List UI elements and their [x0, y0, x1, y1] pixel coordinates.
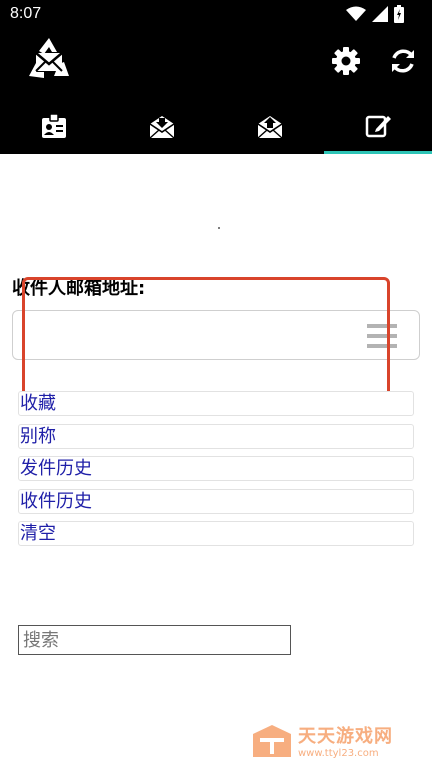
- option-favorites[interactable]: 收藏: [18, 391, 414, 416]
- option-clear[interactable]: 清空: [18, 521, 414, 546]
- contact-card-icon: [42, 113, 66, 138]
- battery-icon: [394, 5, 404, 23]
- search-input[interactable]: [18, 625, 291, 655]
- status-time: 8:07: [10, 5, 42, 22]
- compose-edit-icon: [365, 115, 391, 138]
- option-received-history[interactable]: 收件历史: [18, 488, 414, 514]
- watermark-title: 天天游戏网: [298, 726, 393, 747]
- tab-bar: [0, 98, 432, 154]
- watermark: 天天游戏网 www.ttyl23.com: [252, 722, 393, 759]
- recipient-input[interactable]: [21, 319, 361, 353]
- wifi-icon: [346, 6, 366, 21]
- tab-compose[interactable]: [324, 98, 432, 154]
- tab-inbox[interactable]: [108, 98, 216, 154]
- recycle-mail-logo: [29, 38, 69, 78]
- option-alias[interactable]: 别称: [18, 423, 414, 449]
- inbox-receive-icon: [149, 116, 175, 139]
- recipient-field: [12, 310, 420, 360]
- tab-outbox[interactable]: [216, 98, 324, 154]
- cell-signal-icon: [372, 6, 388, 22]
- option-list: 收藏 别称 发件历史 收件历史 清空: [18, 391, 414, 554]
- recipient-label: 收件人邮箱地址:: [12, 278, 146, 299]
- status-icons: [346, 5, 404, 23]
- watermark-logo-icon: [253, 724, 291, 757]
- outbox-send-icon: [257, 116, 283, 139]
- watermark-url: www.ttyl23.com: [298, 748, 379, 759]
- option-sent-history[interactable]: 发件历史: [18, 456, 414, 481]
- gear-icon[interactable]: [331, 46, 361, 76]
- tab-contacts[interactable]: [0, 98, 108, 154]
- stray-dot: [218, 227, 220, 229]
- app-bar: [0, 28, 432, 98]
- status-bar: 8:07: [0, 0, 432, 28]
- refresh-icon[interactable]: [388, 46, 418, 76]
- menu-icon[interactable]: [367, 323, 397, 349]
